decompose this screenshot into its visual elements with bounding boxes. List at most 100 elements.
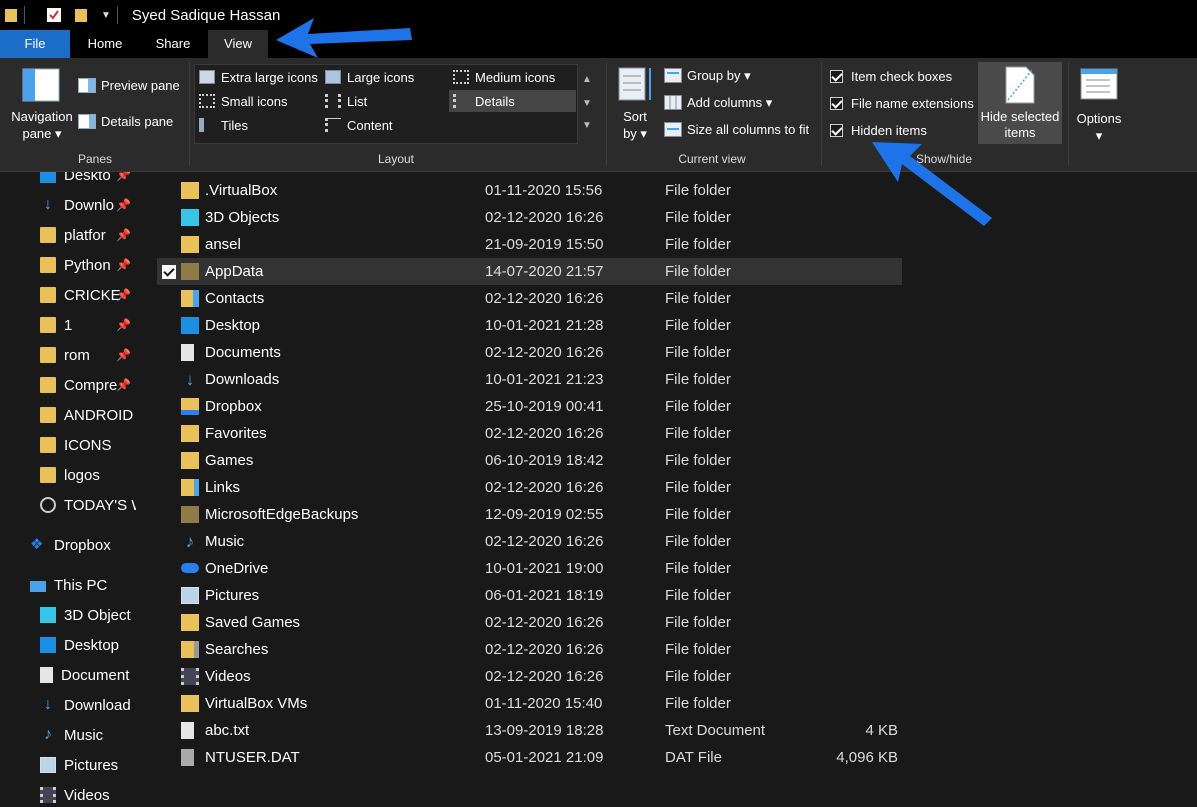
file-row[interactable]: Pictures 06-01-2021 18:19 File folder bbox=[157, 582, 902, 609]
nav-item-label: rom bbox=[64, 346, 90, 364]
group-separator bbox=[1068, 62, 1069, 166]
file-row[interactable]: Contacts 02-12-2020 16:26 File folder bbox=[157, 285, 902, 312]
details-pane-button[interactable]: Details pane bbox=[78, 112, 186, 132]
layout-scroll-up-icon[interactable]: ▲ bbox=[582, 74, 592, 85]
nav-item-pc-music[interactable]: ♪ Music bbox=[40, 720, 103, 750]
layout-content[interactable]: Content bbox=[321, 114, 449, 136]
row-checkbox[interactable] bbox=[162, 265, 176, 279]
nav-item-pc-videos[interactable]: Videos bbox=[40, 780, 110, 807]
file-row[interactable]: Links 02-12-2020 16:26 File folder bbox=[157, 474, 902, 501]
file-row[interactable]: .VirtualBox 01-11-2020 15:56 File folder bbox=[157, 177, 902, 204]
file-row[interactable]: 3D Objects 02-12-2020 16:26 File folder bbox=[157, 204, 902, 231]
nav-item-this-pc[interactable]: This PC bbox=[30, 570, 107, 600]
preview-pane-button[interactable]: Preview pane bbox=[78, 76, 186, 96]
nav-item-3d-objects[interactable]: 3D Object bbox=[40, 600, 131, 630]
file-name: .VirtualBox bbox=[205, 182, 278, 199]
group-by-button[interactable]: Group by ▾ bbox=[664, 66, 804, 86]
folder-icon bbox=[5, 9, 17, 22]
file-date-modified: 14-07-2020 21:57 bbox=[485, 263, 604, 280]
file-row[interactable]: Searches 02-12-2020 16:26 File folder bbox=[157, 636, 902, 663]
options-button[interactable]: Options ▾ bbox=[1072, 64, 1126, 148]
file-row[interactable]: Desktop 10-01-2021 21:28 File folder bbox=[157, 312, 902, 339]
group-separator bbox=[821, 62, 822, 166]
file-date-modified: 10-01-2021 21:23 bbox=[485, 371, 604, 388]
file-date-modified: 02-12-2020 16:26 bbox=[485, 668, 604, 685]
layout-large-icons[interactable]: Large icons bbox=[321, 66, 449, 88]
item-check-boxes-checkbox[interactable] bbox=[830, 70, 843, 83]
tab-view[interactable]: View bbox=[208, 30, 268, 58]
file-row[interactable]: ansel 21-09-2019 15:50 File folder bbox=[157, 231, 902, 258]
nav-item-icons[interactable]: ICONS bbox=[40, 430, 112, 460]
layout-more-icon[interactable]: ▼ bbox=[582, 120, 592, 131]
preview-pane-label: Preview pane bbox=[101, 78, 180, 93]
navigation-pane-button[interactable]: Navigation pane ▾ bbox=[4, 64, 76, 148]
file-type: DAT File bbox=[665, 749, 722, 766]
file-row[interactable]: abc.txt 13-09-2019 18:28 Text Document 4 KB bbox=[157, 717, 902, 744]
file-name-extensions-toggle[interactable]: File name extensions bbox=[829, 95, 974, 113]
file-date-modified: 10-01-2021 21:28 bbox=[485, 317, 604, 334]
file-row[interactable]: Documents 02-12-2020 16:26 File folder bbox=[157, 339, 902, 366]
nav-item-platform[interactable]: platfor bbox=[40, 220, 106, 250]
layout-medium-icons[interactable]: Medium icons bbox=[449, 66, 576, 88]
tab-home[interactable]: Home bbox=[70, 30, 140, 58]
nav-item-label: Dropbox bbox=[54, 536, 111, 554]
layout-tiles[interactable]: Tiles bbox=[195, 114, 321, 136]
nav-item-pc-pictures[interactable]: Pictures bbox=[40, 750, 118, 780]
file-row[interactable]: OneDrive 10-01-2021 19:00 File folder bbox=[157, 555, 902, 582]
customize-quick-access-icon[interactable]: ▼ bbox=[101, 10, 111, 21]
properties-icon[interactable] bbox=[45, 6, 63, 24]
nav-item-android[interactable]: ANDROID bbox=[40, 400, 133, 430]
layout-scroll-down-icon[interactable]: ▼ bbox=[582, 98, 592, 109]
hide-selected-items-button[interactable]: Hide selected items bbox=[978, 62, 1062, 144]
tab-share[interactable]: Share bbox=[140, 30, 206, 58]
downloads-icon: ↓ bbox=[185, 370, 195, 389]
sort-by-button[interactable]: Sort by ▾ bbox=[612, 64, 658, 148]
nav-item-pc-desktop[interactable]: Desktop bbox=[40, 630, 119, 660]
layout-item-label: Details bbox=[475, 93, 515, 109]
nav-item-python[interactable]: Python bbox=[40, 250, 111, 280]
file-type: File folder bbox=[665, 560, 731, 577]
file-type: File folder bbox=[665, 695, 731, 712]
nav-item-pc-documents[interactable]: Document bbox=[40, 660, 129, 690]
nav-item-1[interactable]: 1 bbox=[40, 310, 72, 340]
item-check-boxes-toggle[interactable]: Item check boxes bbox=[829, 68, 969, 86]
add-columns-button[interactable]: Add columns ▾ bbox=[664, 93, 804, 113]
nav-item-dropbox[interactable]: ❖ Dropbox bbox=[30, 530, 111, 560]
file-row[interactable]: Games 06-10-2019 18:42 File folder bbox=[157, 447, 902, 474]
layout-extra-large-icons[interactable]: Extra large icons bbox=[195, 66, 321, 88]
nav-item-desktop[interactable]: Deskto bbox=[40, 172, 111, 190]
file-row[interactable]: NTUSER.DAT 05-01-2021 21:09 DAT File 4,096 … bbox=[157, 744, 902, 771]
file-name-extensions-checkbox[interactable] bbox=[830, 97, 843, 110]
file-row[interactable]: Favorites 02-12-2020 16:26 File folder bbox=[157, 420, 902, 447]
new-folder-icon[interactable] bbox=[73, 6, 89, 24]
layout-details[interactable]: Details bbox=[449, 90, 576, 112]
file-row[interactable]: VirtualBox VMs 01-11-2020 15:40 File folde… bbox=[157, 690, 902, 717]
layout-list[interactable]: List bbox=[321, 90, 449, 112]
file-name: OneDrive bbox=[205, 560, 269, 577]
tab-file[interactable]: File bbox=[0, 30, 70, 58]
nav-item-cricket[interactable]: CRICKE bbox=[40, 280, 121, 310]
file-date-modified: 02-12-2020 16:26 bbox=[485, 209, 604, 226]
file-row[interactable]: Saved Games 02-12-2020 16:26 File folder bbox=[157, 609, 902, 636]
nav-item-logos[interactable]: logos bbox=[40, 460, 100, 490]
file-date-modified: 02-12-2020 16:26 bbox=[485, 479, 604, 496]
nav-item-pc-downloads[interactable]: ↓ Download bbox=[40, 690, 131, 720]
nav-item-downloads[interactable]: ↓ Downlo bbox=[40, 190, 114, 220]
hidden-items-checkbox[interactable] bbox=[830, 124, 843, 137]
file-row[interactable]: Videos 02-12-2020 16:26 File folder bbox=[157, 663, 902, 690]
size-all-columns-button[interactable]: Size all columns to fit bbox=[664, 120, 814, 140]
file-row[interactable]: ♪ Music 02-12-2020 16:26 File folder bbox=[157, 528, 902, 555]
layout-small-icons[interactable]: Small icons bbox=[195, 90, 321, 112]
small-icons-icon bbox=[199, 94, 215, 108]
nav-item-compress[interactable]: Compre bbox=[40, 370, 117, 400]
nav-item-label: Python bbox=[64, 256, 111, 274]
file-row[interactable]: Dropbox 25-10-2019 00:41 File folder bbox=[157, 393, 902, 420]
nav-item-rom[interactable]: rom bbox=[40, 340, 90, 370]
file-row[interactable]: MicrosoftEdgeBackups 12-09-2019 02:55 File… bbox=[157, 501, 902, 528]
pin-icon: 📌 bbox=[116, 318, 131, 332]
file-row[interactable]: AppData 14-07-2020 21:57 File folder bbox=[157, 258, 902, 285]
file-row[interactable]: ↓ Downloads 10-01-2021 21:23 File folder bbox=[157, 366, 902, 393]
folder-icon bbox=[40, 467, 56, 483]
nav-item-todays[interactable]: TODAY'S W bbox=[40, 490, 136, 520]
saved-games-icon bbox=[181, 614, 199, 631]
